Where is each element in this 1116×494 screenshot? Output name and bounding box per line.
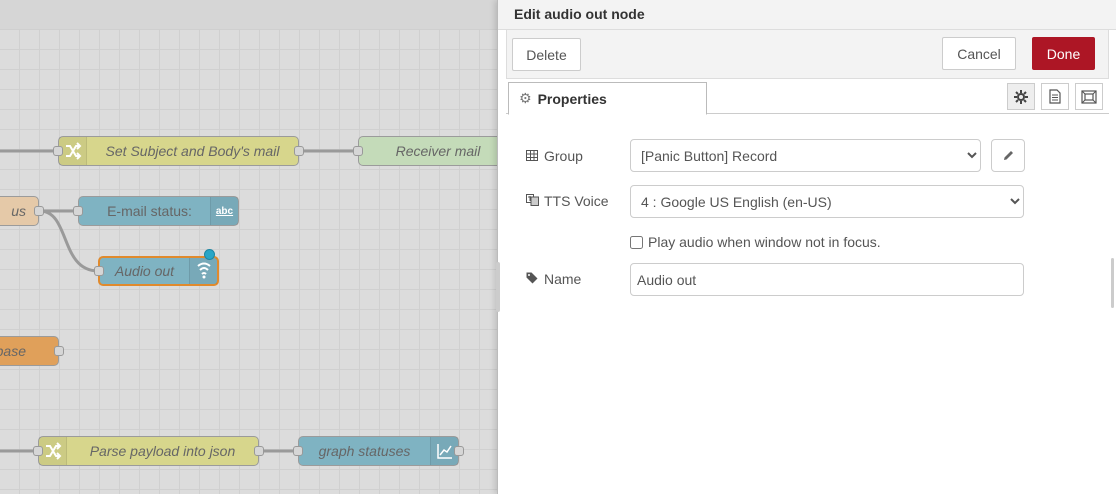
node-label: E-mail status: — [107, 203, 192, 219]
done-button[interactable]: Done — [1032, 37, 1095, 70]
input-port[interactable] — [33, 446, 43, 456]
wifi-icon — [189, 258, 217, 284]
name-label: Name — [526, 271, 581, 287]
group-select[interactable]: [Panic Button] Record — [630, 139, 981, 172]
tray-title: Edit audio out node — [514, 6, 645, 22]
input-port[interactable] — [53, 146, 63, 156]
output-port[interactable] — [54, 346, 64, 356]
tag-icon — [526, 271, 540, 287]
tray-tabs: ⚙ Properties — [506, 79, 1109, 115]
translate-icon — [526, 193, 540, 209]
name-input[interactable] — [630, 263, 1024, 296]
input-port[interactable] — [293, 446, 303, 456]
node-database-fragment[interactable]: base — [0, 336, 64, 366]
node-label: Parse payload into json — [89, 443, 236, 459]
node-audio-out[interactable]: Audio out — [94, 249, 219, 286]
edit-tray: Edit audio out node Delete Cancel Done ⚙… — [496, 0, 1116, 494]
node-label: Audio out — [114, 263, 175, 279]
play-audio-checkbox[interactable] — [630, 235, 643, 249]
node-label: base — [0, 343, 26, 359]
tab-properties[interactable]: ⚙ Properties — [508, 82, 707, 115]
output-port[interactable] — [254, 446, 264, 456]
voice-select[interactable]: 4 : Google US English (en-US) — [630, 185, 1024, 218]
appearance-icon[interactable] — [1075, 83, 1103, 110]
tab-properties-label: Properties — [537, 90, 607, 107]
node-parse-payload[interactable]: Parse payload into json — [33, 436, 264, 466]
play-audio-row[interactable]: Play audio when window not in focus. — [630, 234, 881, 250]
gear-icon — [1014, 89, 1028, 104]
tray-header: Edit audio out node — [498, 0, 1116, 30]
node-status-fragment[interactable]: us — [0, 196, 44, 226]
input-port[interactable] — [73, 206, 83, 216]
wires — [0, 149, 358, 453]
node-label: Set Subject and Body's mail — [105, 143, 280, 159]
node-receiver-mail[interactable]: Receiver mail — [353, 136, 497, 166]
node-email-status[interactable]: E-mail status: abc — [73, 196, 239, 226]
output-port[interactable] — [34, 206, 44, 216]
changed-indicator — [204, 249, 215, 260]
voice-label: TTS Voice — [526, 193, 609, 209]
node-graph-statuses[interactable]: graph statuses — [293, 436, 464, 466]
table-icon — [526, 148, 540, 164]
output-port[interactable] — [294, 146, 304, 156]
gear-icon: ⚙ — [519, 90, 532, 106]
tray-toolbar: Delete Cancel Done — [506, 30, 1109, 79]
node-label: Receiver mail — [395, 143, 481, 159]
flow-canvas[interactable]: Set Subject and Body's mail Receiver mai… — [0, 0, 497, 494]
node-label: us — [11, 203, 26, 219]
node-properties-icon[interactable] — [1007, 83, 1035, 110]
tray-resize-handle[interactable] — [496, 262, 500, 312]
text-icon: abc — [210, 197, 238, 225]
pencil-icon — [1003, 151, 1013, 160]
shuffle-icon — [59, 137, 87, 165]
input-port[interactable] — [353, 146, 363, 156]
input-port[interactable] — [94, 266, 104, 276]
output-port[interactable] — [454, 446, 464, 456]
cancel-button[interactable]: Cancel — [942, 37, 1016, 70]
scrollbar[interactable] — [1111, 258, 1114, 308]
delete-button[interactable]: Delete — [512, 38, 581, 71]
description-icon[interactable] — [1041, 83, 1069, 110]
node-label: graph statuses — [318, 443, 411, 459]
shuffle-icon — [39, 437, 67, 465]
node-set-subject[interactable]: Set Subject and Body's mail — [53, 136, 304, 166]
edit-group-button[interactable] — [991, 139, 1025, 172]
group-label: Group — [526, 148, 583, 164]
